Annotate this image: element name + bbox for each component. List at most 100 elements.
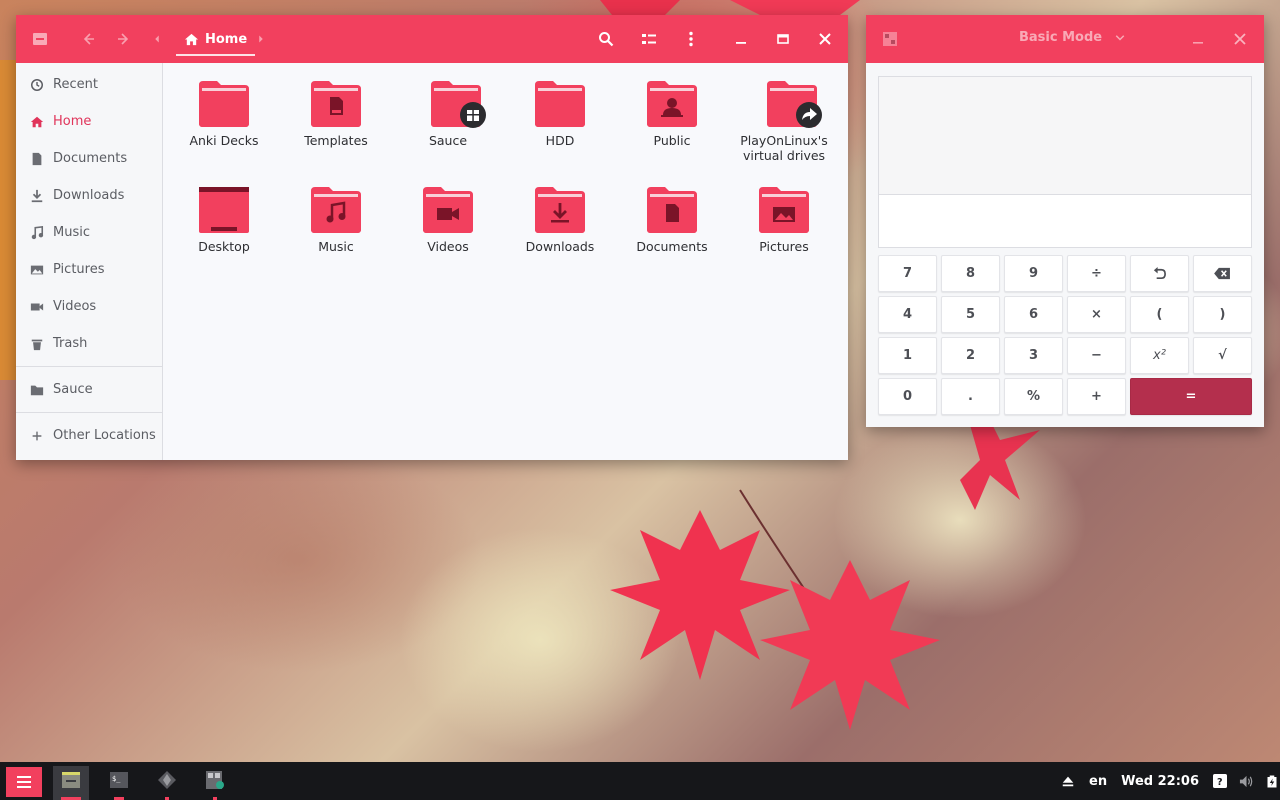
path-left-arrow-icon[interactable] [150, 27, 164, 51]
key-4[interactable]: 4 [878, 296, 937, 333]
view-list-icon[interactable] [637, 27, 661, 51]
key-subtract[interactable]: − [1067, 337, 1126, 374]
sidebar-divider [16, 412, 162, 413]
clock[interactable]: Wed 22:06 [1121, 774, 1199, 789]
taskbar-calculator[interactable] [197, 766, 233, 800]
calculator-display [878, 76, 1252, 248]
forward-icon[interactable] [112, 27, 136, 51]
sidebar-item-documents[interactable]: Documents [16, 140, 162, 177]
mode-label: Basic Mode [1019, 30, 1103, 45]
templates-folder-icon [311, 81, 361, 127]
symlink-folder-icon [759, 81, 822, 128]
keyboard-layout[interactable]: en [1089, 774, 1107, 789]
sidebar-item-label: Pictures [53, 262, 105, 277]
sidebar-item-sauce[interactable]: Sauce [16, 371, 162, 408]
folder-item[interactable]: Anki Decks [168, 81, 280, 148]
folder-item[interactable]: HDD [504, 81, 616, 148]
folder-item[interactable]: Videos [392, 187, 504, 254]
sidebar-item-label: Music [53, 225, 90, 240]
folder-item[interactable]: Documents [616, 187, 728, 254]
key-multiply[interactable]: × [1067, 296, 1126, 333]
taskbar-app[interactable] [149, 766, 185, 800]
folder-item[interactable]: Sauce [392, 81, 504, 148]
calculator-window: Basic Mode 7 8 9 ÷ 4 5 6 × ( ) 1 2 3 − x… [866, 15, 1264, 427]
sidebar-item-home[interactable]: Home [16, 103, 162, 140]
folder-label: Pictures [759, 239, 809, 254]
sidebar-item-other-locations[interactable]: Other Locations [16, 417, 162, 454]
sidebar-item-music[interactable]: Music [16, 214, 162, 251]
key-6[interactable]: 6 [1004, 296, 1063, 333]
sidebar-item-label: Downloads [53, 188, 125, 203]
key-close-paren[interactable]: ) [1193, 296, 1252, 333]
pathbar: Home [176, 24, 256, 56]
image-icon [30, 265, 44, 274]
folder-item[interactable]: Desktop [168, 187, 280, 254]
folder-item[interactable]: PlayOnLinux's virtual drives [728, 81, 840, 163]
sidebar-item-label: Trash [53, 336, 88, 351]
folder-item[interactable]: Pictures [728, 187, 840, 254]
folder-item[interactable]: Public [616, 81, 728, 148]
undo-button[interactable] [1130, 255, 1189, 292]
minimize-icon[interactable] [1186, 27, 1210, 51]
path-right-arrow-icon[interactable] [254, 27, 268, 51]
terminal-icon: $_ [110, 772, 128, 788]
key-7[interactable]: 7 [878, 255, 937, 292]
back-icon[interactable] [76, 27, 100, 51]
menu-dots-icon[interactable] [679, 27, 703, 51]
folder-label: Music [318, 239, 354, 254]
key-equals[interactable]: = [1130, 378, 1252, 415]
folder-item[interactable]: Music [280, 187, 392, 254]
minimize-icon[interactable] [729, 27, 753, 51]
sidebar-item-recent[interactable]: Recent [16, 66, 162, 103]
search-icon[interactable] [594, 27, 618, 51]
close-icon[interactable] [1228, 27, 1252, 51]
files-icon-view: Anki Decks Templates Sauce HDD Public Pl… [163, 63, 848, 460]
maximize-icon[interactable] [771, 27, 795, 51]
key-decimal[interactable]: . [941, 378, 1000, 415]
sidebar-item-downloads[interactable]: Downloads [16, 177, 162, 214]
key-9[interactable]: 9 [1004, 255, 1063, 292]
plus-icon [32, 431, 42, 440]
key-divide[interactable]: ÷ [1067, 255, 1126, 292]
key-open-paren[interactable]: ( [1130, 296, 1189, 333]
music-folder-icon [311, 187, 361, 233]
pathbar-home-button[interactable]: Home [176, 24, 256, 56]
taskbar-files[interactable] [53, 766, 89, 800]
folder-icon [30, 385, 44, 395]
taskbar-terminal[interactable]: $_ [101, 766, 137, 800]
downloads-folder-icon [535, 187, 585, 233]
folder-icon [535, 81, 585, 127]
folder-item[interactable]: Downloads [504, 187, 616, 254]
folder-icon [199, 81, 249, 127]
key-2[interactable]: 2 [941, 337, 1000, 374]
key-add[interactable]: + [1067, 378, 1126, 415]
folder-item[interactable]: Templates [280, 81, 392, 148]
key-percent[interactable]: % [1004, 378, 1063, 415]
places-sidebar: Recent Home Documents Downloads Music Pi… [16, 63, 163, 460]
close-icon[interactable] [813, 27, 837, 51]
help-icon[interactable]: ? [1212, 774, 1227, 788]
battery-icon[interactable] [1266, 774, 1278, 789]
app-menu-button[interactable] [6, 767, 42, 797]
key-square-root[interactable]: √ [1193, 337, 1252, 374]
home-icon [184, 33, 199, 45]
key-8[interactable]: 8 [941, 255, 1000, 292]
backspace-button[interactable] [1193, 255, 1252, 292]
system-tray: en Wed 22:06 ? [1061, 762, 1278, 800]
volume-icon[interactable] [1239, 774, 1254, 789]
folder-label: Desktop [198, 239, 250, 254]
folder-label: Sauce [428, 133, 468, 148]
sidebar-item-trash[interactable]: Trash [16, 325, 162, 362]
sidebar-item-pictures[interactable]: Pictures [16, 251, 162, 288]
key-5[interactable]: 5 [941, 296, 1000, 333]
mode-selector[interactable]: Basic Mode [1019, 30, 1126, 45]
hamburger-icon [17, 776, 31, 788]
sidebar-item-videos[interactable]: Videos [16, 288, 162, 325]
taskbar: $_ en Wed 22:06 ? [0, 762, 1280, 800]
key-1[interactable]: 1 [878, 337, 937, 374]
key-0[interactable]: 0 [878, 378, 937, 415]
key-square[interactable]: x² [1130, 337, 1189, 374]
eject-icon[interactable] [1061, 774, 1075, 788]
files-headerbar: Home [16, 15, 848, 63]
key-3[interactable]: 3 [1004, 337, 1063, 374]
